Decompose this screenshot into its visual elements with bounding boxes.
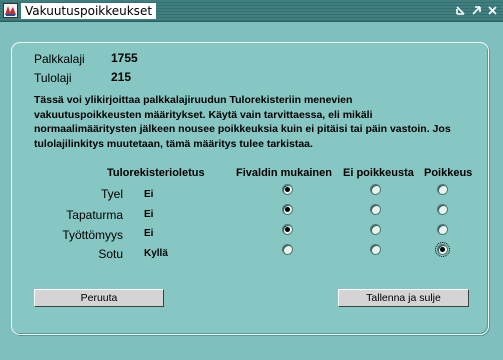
row-default-tapaturma: Ei — [144, 209, 154, 220]
cancel-button[interactable]: Peruuta — [34, 289, 164, 307]
maximize-icon[interactable] — [470, 3, 484, 18]
radio-sotu-ei-poikkeusta[interactable] — [370, 244, 381, 255]
palkkalaji-value: 1755 — [111, 51, 138, 65]
palkkalaji-label: Palkkalaji — [34, 52, 85, 66]
row-default-tyottomyys: Ei — [144, 228, 154, 239]
radio-tyottomyys-poikkeus[interactable] — [437, 224, 448, 235]
radio-tyel-fivaldin-mukainen[interactable] — [282, 184, 293, 195]
radio-sotu-fivaldin-mukainen[interactable] — [282, 244, 293, 255]
row-default-tyel: Ei — [144, 189, 154, 200]
radio-tyottomyys-fivaldin-mukainen[interactable] — [282, 224, 293, 235]
radio-tyel-poikkeus[interactable] — [437, 184, 448, 195]
radio-tyel-ei-poikkeusta[interactable] — [370, 184, 381, 195]
column-header-fivaldin-mukainen: Fivaldin mukainen — [236, 167, 332, 179]
app-icon[interactable] — [3, 3, 18, 18]
column-header-poikkeus: Poikkeus — [424, 167, 473, 179]
row-label-tyottomyys: Työttömyys — [62, 228, 123, 242]
minimize-icon[interactable] — [454, 3, 468, 18]
radio-tapaturma-ei-poikkeusta[interactable] — [370, 204, 381, 215]
column-header-ei-poikkeusta: Ei poikkeusta — [343, 167, 414, 179]
radio-sotu-poikkeus[interactable] — [435, 242, 450, 257]
close-icon[interactable] — [486, 3, 500, 18]
tulolaji-label: Tulolaji — [34, 71, 72, 85]
tulolaji-value: 215 — [111, 70, 132, 84]
row-default-sotu: Kyllä — [144, 248, 168, 259]
title-bar[interactable]: Vakuutuspoikkeukset — [0, 0, 503, 22]
description-text: Tässä voi ylikirjoittaa palkkalajiruudun… — [34, 94, 451, 150]
row-label-sotu: Sotu — [98, 247, 123, 261]
column-header-tulorekisterioletus: Tulorekisterioletus — [107, 167, 205, 179]
row-label-tapaturma: Tapaturma — [66, 208, 123, 222]
radio-tapaturma-poikkeus[interactable] — [437, 204, 448, 215]
window-title: Vakuutuspoikkeukset — [21, 3, 157, 19]
row-label-tyel: Tyel — [100, 187, 123, 201]
radio-tapaturma-fivaldin-mukainen[interactable] — [282, 204, 293, 215]
radio-tyottomyys-ei-poikkeusta[interactable] — [370, 224, 381, 235]
save-and-close-button[interactable]: Tallenna ja sulje — [338, 289, 469, 307]
